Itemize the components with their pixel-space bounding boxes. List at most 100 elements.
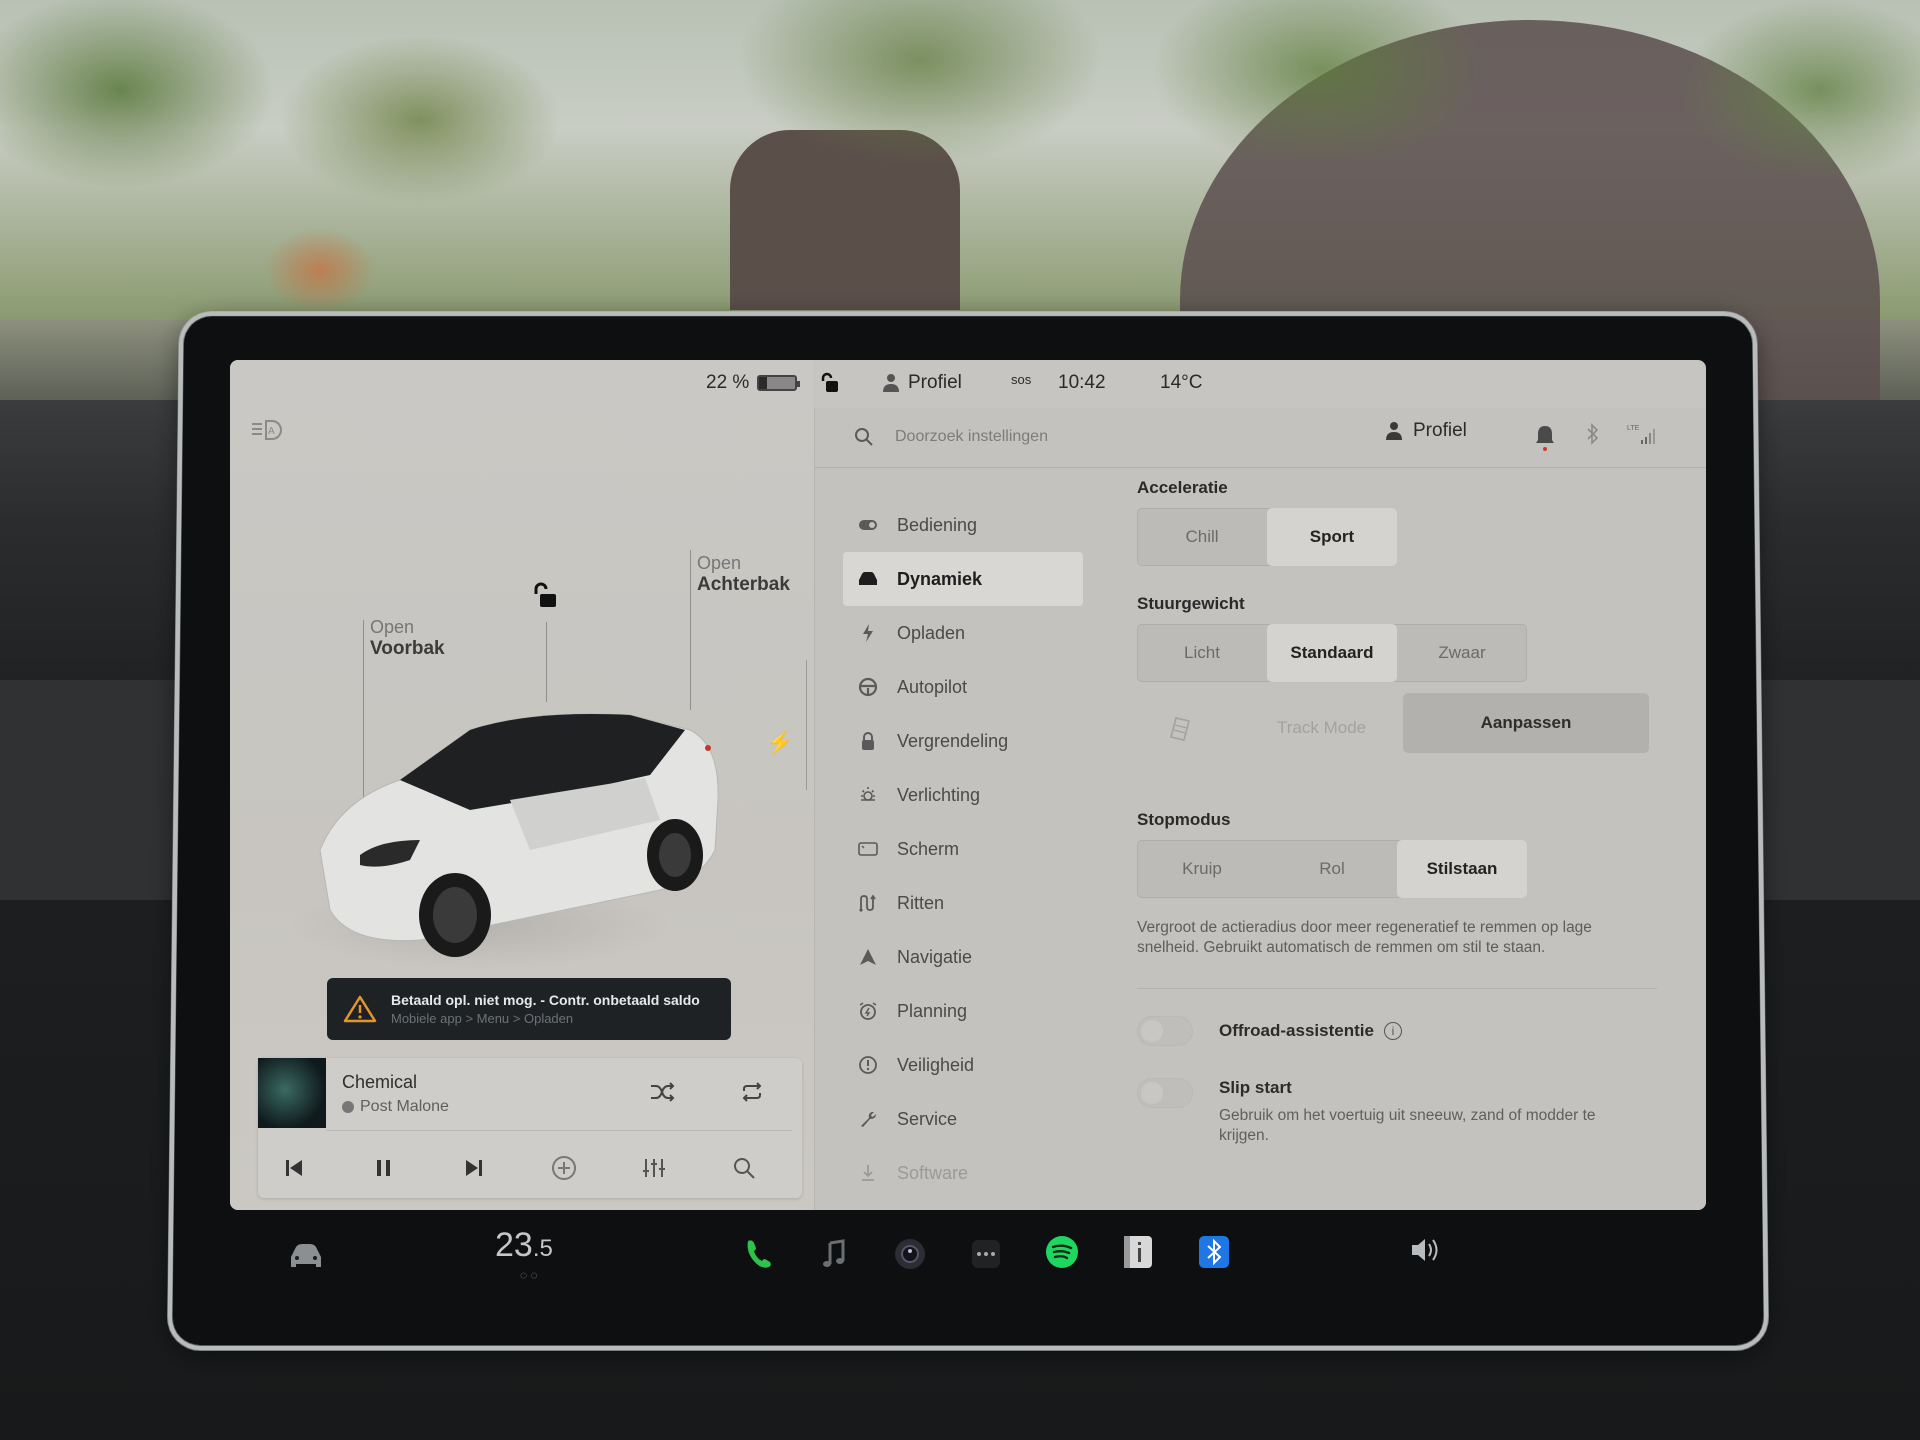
slip-start-row: Slip start Gebruik om het voertuig uit s… xyxy=(1137,1078,1639,1146)
sidebar-item-label: Verlichting xyxy=(897,784,981,805)
sidebar-item-navigatie[interactable]: Navigatie xyxy=(843,930,1083,984)
music-app-button[interactable] xyxy=(814,1234,854,1274)
settings-profile-label: Profiel xyxy=(1413,420,1467,441)
unlocked-padlock-icon[interactable] xyxy=(532,582,558,610)
music-note-icon xyxy=(823,1239,845,1267)
track-mode-row: Track Mode xyxy=(1135,698,1395,758)
auto-headlight-icon[interactable]: A xyxy=(250,418,284,442)
camera-app-button[interactable] xyxy=(890,1234,930,1274)
sidebar-item-veiligheid[interactable]: Veiligheid xyxy=(843,1038,1083,1092)
touchscreen: A Open Voorbak Open Achterbak ⚡ Betaald … xyxy=(230,360,1706,1210)
steering-weight-option-standaard[interactable]: Standaard xyxy=(1267,624,1397,682)
track-flag-icon xyxy=(1170,717,1190,741)
sidebar-item-label: Navigatie xyxy=(897,946,973,967)
status-profile-button[interactable]: Profiel xyxy=(882,372,962,394)
track-mode-label: Track Mode xyxy=(1277,718,1367,737)
steering-weight-label: Stuurgewicht xyxy=(1137,594,1245,613)
steering-weight-option-licht[interactable]: Licht xyxy=(1137,624,1267,682)
alert-title: Betaald opl. niet mog. - Contr. onbetaal… xyxy=(391,992,700,1008)
download-icon xyxy=(857,1162,879,1184)
album-art[interactable] xyxy=(258,1058,326,1128)
repeat-button[interactable] xyxy=(732,1072,772,1112)
battery-percent: 22 % xyxy=(706,372,750,393)
alert-circle-icon xyxy=(857,1054,879,1076)
svg-text:A: A xyxy=(268,426,275,437)
shuffle-button[interactable] xyxy=(642,1072,682,1112)
seat-heater-icons[interactable]: ◌ ◌ xyxy=(520,1268,538,1282)
sidebar-item-bediening[interactable]: Bediening xyxy=(843,498,1083,552)
sidebar-item-service[interactable]: Service xyxy=(843,1092,1083,1146)
media-divider xyxy=(326,1130,792,1131)
sidebar-item-scherm[interactable]: Scherm xyxy=(843,822,1083,876)
temperature: 14°C xyxy=(1160,372,1203,393)
lock-status-button[interactable] xyxy=(820,372,840,394)
sidebar-item-label: Veiligheid xyxy=(897,1054,975,1075)
stop-mode-label: Stopmodus xyxy=(1137,810,1231,829)
stop-mode-option-rol[interactable]: Rol xyxy=(1267,840,1397,898)
track-mode-customize-button[interactable]: Aanpassen xyxy=(1403,693,1649,753)
sidebar-item-label: Service xyxy=(897,1108,958,1129)
navigation-arrow-icon xyxy=(857,946,879,968)
sidebar-item-autopilot[interactable]: Autopilot xyxy=(843,660,1083,714)
settings-search-input[interactable] xyxy=(895,422,1275,452)
battery-indicator[interactable]: 22 % xyxy=(706,372,801,394)
bluetooth-status[interactable] xyxy=(1580,422,1606,452)
equalizer-button[interactable] xyxy=(634,1148,674,1188)
bell-icon xyxy=(1536,426,1554,451)
outside-temperature: 14°C xyxy=(1160,372,1202,394)
charging-alert-banner[interactable]: Betaald opl. niet mog. - Contr. onbetaal… xyxy=(327,978,731,1040)
media-search-button[interactable] xyxy=(724,1148,764,1188)
sidebar-item-software[interactable]: Software xyxy=(843,1146,1083,1200)
next-track-button[interactable] xyxy=(454,1148,494,1188)
section-divider xyxy=(1137,988,1657,989)
charge-port-lightning-icon[interactable]: ⚡ xyxy=(766,730,793,756)
notifications-button[interactable] xyxy=(1532,422,1558,452)
background-trees xyxy=(0,0,1920,320)
acceleration-label: Acceleratie xyxy=(1137,478,1228,497)
sidebar-item-verlichting[interactable]: Verlichting xyxy=(843,768,1083,822)
sidebar-item-label: Autopilot xyxy=(897,676,968,697)
frunk-name: Voorbak xyxy=(370,638,445,659)
more-apps-button[interactable] xyxy=(966,1234,1006,1274)
offroad-assist-toggle[interactable] xyxy=(1137,1016,1193,1046)
acceleration-option-chill[interactable]: Chill xyxy=(1137,508,1267,566)
sidebar-item-dynamiek[interactable]: Dynamiek xyxy=(843,552,1083,606)
pause-button[interactable] xyxy=(364,1148,404,1188)
settings-profile-button[interactable]: Profiel xyxy=(1385,420,1467,442)
warning-triangle-icon xyxy=(343,995,377,1023)
display-icon xyxy=(857,838,879,860)
trunk-open-button[interactable]: Open Achterbak xyxy=(697,552,790,596)
stop-mode-option-kruip[interactable]: Kruip xyxy=(1137,840,1267,898)
wrench-icon xyxy=(857,1108,879,1130)
settings-panel: Profiel LTE Bediening Dynamiek Opladen Auto… xyxy=(814,408,1706,1210)
cabin-temperature[interactable]: 23.5 xyxy=(495,1226,553,1265)
sidebar-item-opladen[interactable]: Opladen xyxy=(843,606,1083,660)
sos-button[interactable]: sos xyxy=(1011,372,1031,387)
frunk-state: Open xyxy=(370,617,415,637)
bottom-dock: 23.5 ◌ ◌ xyxy=(230,1210,1706,1310)
manual-app-button[interactable] xyxy=(1118,1232,1158,1272)
lte-signal-status: LTE xyxy=(1625,422,1659,452)
sidebar-item-ritten[interactable]: Ritten xyxy=(843,876,1083,930)
previous-track-button[interactable] xyxy=(274,1148,314,1188)
sidebar-item-planning[interactable]: Planning xyxy=(843,984,1083,1038)
info-icon[interactable]: i xyxy=(1383,1022,1402,1040)
settings-nav: Bediening Dynamiek Opladen Autopilot Vergren… xyxy=(843,498,1083,1200)
stop-mode-option-stilstaan[interactable]: Stilstaan xyxy=(1397,840,1527,898)
steering-weight-option-zwaar[interactable]: Zwaar xyxy=(1397,624,1527,682)
pause-icon xyxy=(377,1160,390,1176)
slip-start-toggle[interactable] xyxy=(1137,1078,1193,1108)
phone-app-button[interactable] xyxy=(738,1234,778,1274)
sidebar-item-label: Vergrendeling xyxy=(897,730,1009,751)
spotify-app-button[interactable] xyxy=(1042,1232,1082,1272)
repeat-icon xyxy=(742,1082,762,1102)
stop-mode-description: Vergroot de actieradius door meer regene… xyxy=(1137,919,1592,956)
volume-button[interactable] xyxy=(1406,1230,1446,1270)
add-to-favorites-button[interactable] xyxy=(544,1148,584,1188)
car-menu-button[interactable] xyxy=(286,1238,326,1274)
search-icon xyxy=(734,1158,755,1179)
frunk-open-button[interactable]: Open Voorbak xyxy=(370,616,445,660)
bluetooth-app-button[interactable] xyxy=(1194,1232,1234,1272)
sidebar-item-vergrendeling[interactable]: Vergrendeling xyxy=(843,714,1083,768)
acceleration-option-sport[interactable]: Sport xyxy=(1267,508,1397,566)
